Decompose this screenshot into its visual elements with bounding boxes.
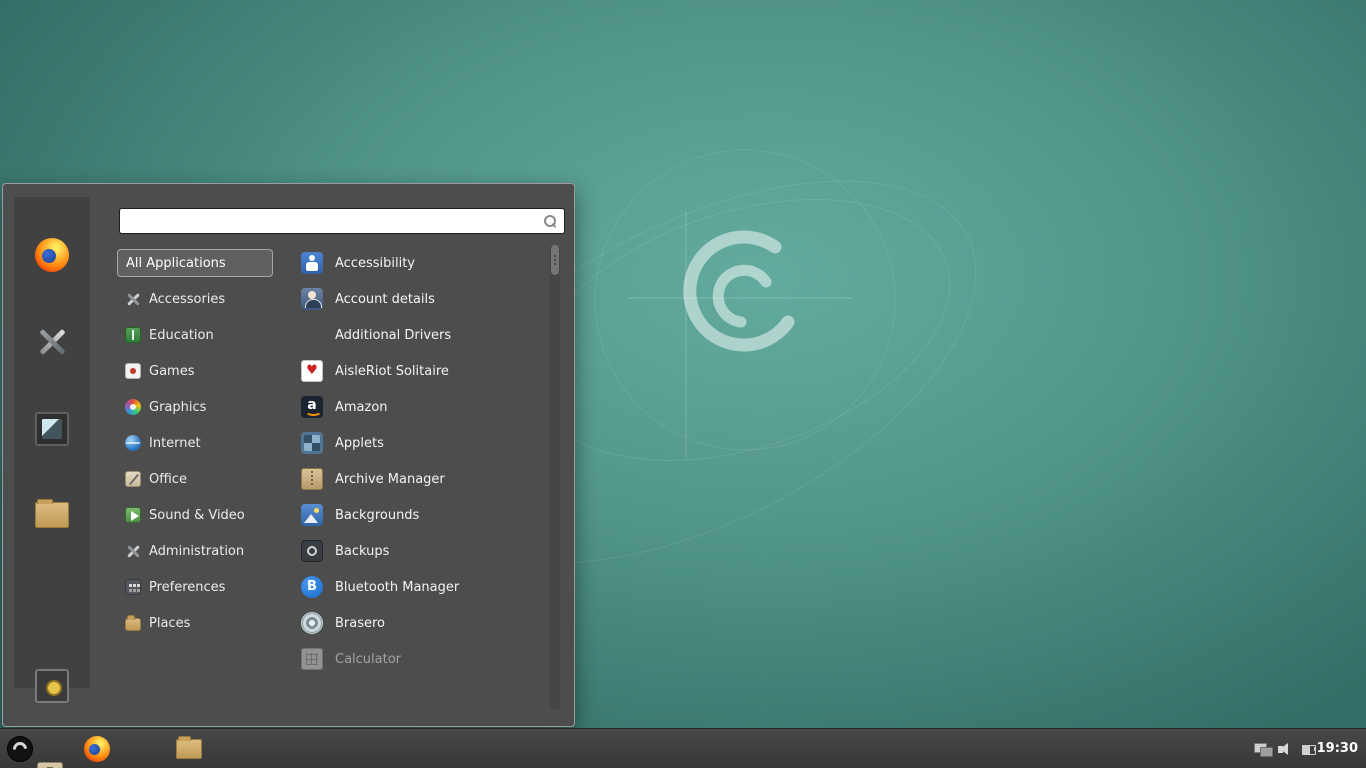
backgrounds-icon	[301, 504, 323, 526]
app-item-brasero[interactable]: Brasero	[297, 605, 549, 641]
amazon-icon	[301, 396, 323, 418]
preferences-icon	[125, 579, 141, 595]
category-graphics[interactable]: Graphics	[117, 389, 273, 425]
games-icon	[125, 363, 141, 379]
brasero-icon	[301, 612, 323, 634]
app-label: Amazon	[335, 400, 388, 415]
sound-video-icon	[125, 507, 141, 523]
app-label: Brasero	[335, 616, 385, 631]
app-label: Bluetooth Manager	[335, 580, 459, 595]
graphics-icon	[125, 399, 141, 415]
category-list: All Applications Accessories Education G…	[117, 245, 273, 641]
category-sound-video[interactable]: Sound & Video	[117, 497, 273, 533]
additional-drivers-icon	[301, 324, 323, 346]
internet-icon	[125, 435, 141, 451]
application-menu-window: All Applications Accessories Education G…	[2, 183, 575, 727]
category-label: Games	[149, 364, 194, 379]
bottom-panel: 19:30	[0, 728, 1366, 768]
search-icon	[543, 214, 557, 228]
search-input[interactable]	[120, 209, 564, 233]
accessibility-icon	[301, 252, 323, 274]
category-label: All Applications	[126, 256, 226, 271]
apps-scrollbar-track[interactable]	[550, 245, 560, 710]
category-label: Preferences	[149, 580, 225, 595]
applets-icon	[301, 432, 323, 454]
category-label: Office	[149, 472, 187, 487]
apps-scrollbar-thumb[interactable]	[551, 245, 559, 275]
favorites-sidebar	[14, 197, 90, 688]
app-label: Account details	[335, 292, 435, 307]
category-label: Sound & Video	[149, 508, 245, 523]
bluetooth-icon	[301, 576, 323, 598]
category-administration[interactable]: Administration	[117, 533, 273, 569]
app-label: Backgrounds	[335, 508, 419, 523]
category-education[interactable]: Education	[117, 317, 273, 353]
calculator-icon	[301, 648, 323, 670]
category-label: Accessories	[149, 292, 225, 307]
app-item-archive-manager[interactable]: Archive Manager	[297, 461, 549, 497]
category-label: Education	[149, 328, 214, 343]
category-places[interactable]: Places	[117, 605, 273, 641]
firefox-icon[interactable]	[35, 238, 69, 272]
app-label: Additional Drivers	[335, 328, 451, 343]
category-accessories[interactable]: Accessories	[117, 281, 273, 317]
menu-button[interactable]	[7, 736, 33, 762]
app-item-accessibility[interactable]: Accessibility	[297, 245, 549, 281]
accessories-icon	[125, 291, 141, 307]
archive-manager-icon	[301, 468, 323, 490]
app-item-backups[interactable]: Backups	[297, 533, 549, 569]
category-preferences[interactable]: Preferences	[117, 569, 273, 605]
category-office[interactable]: Office	[117, 461, 273, 497]
category-internet[interactable]: Internet	[117, 425, 273, 461]
app-item-backgrounds[interactable]: Backgrounds	[297, 497, 549, 533]
account-details-icon	[301, 288, 323, 310]
app-label: AisleRiot Solitaire	[335, 364, 449, 379]
places-icon	[125, 618, 141, 631]
app-item-additional-drivers[interactable]: Additional Drivers	[297, 317, 549, 353]
category-label: Graphics	[149, 400, 206, 415]
app-item-calculator[interactable]: Calculator	[297, 641, 549, 677]
app-item-bluetooth-manager[interactable]: Bluetooth Manager	[297, 569, 549, 605]
volume-icon[interactable]	[1278, 741, 1296, 757]
application-list: Accessibility Account details Additional…	[297, 245, 549, 677]
backups-icon	[301, 540, 323, 562]
category-label: Places	[149, 616, 190, 631]
app-item-aisleriot-solitaire[interactable]: AisleRiot Solitaire	[297, 353, 549, 389]
system-tools-icon[interactable]	[35, 325, 69, 359]
lock-screen-icon[interactable]	[35, 669, 69, 703]
app-label: Calculator	[335, 652, 401, 667]
file-cabinet-launcher[interactable]	[37, 762, 63, 768]
app-item-applets[interactable]: Applets	[297, 425, 549, 461]
app-label: Archive Manager	[335, 472, 445, 487]
network-icon[interactable]	[1254, 741, 1272, 757]
administration-icon	[125, 543, 141, 559]
app-item-account-details[interactable]: Account details	[297, 281, 549, 317]
category-all-applications[interactable]: All Applications	[117, 249, 273, 277]
app-label: Backups	[335, 544, 389, 559]
app-label: Applets	[335, 436, 384, 451]
file-manager-icon[interactable]	[35, 502, 69, 528]
image-viewer-icon[interactable]	[35, 412, 69, 446]
search-box	[119, 208, 565, 234]
office-icon	[125, 471, 141, 487]
files-launcher-icon[interactable]	[176, 739, 202, 759]
category-games[interactable]: Games	[117, 353, 273, 389]
app-label: Accessibility	[335, 256, 415, 271]
category-label: Administration	[149, 544, 244, 559]
education-icon	[125, 327, 141, 343]
clock[interactable]: 19:30	[1317, 729, 1358, 768]
solitaire-icon	[301, 360, 323, 382]
category-label: Internet	[149, 436, 201, 451]
app-item-amazon[interactable]: Amazon	[297, 389, 549, 425]
firefox-launcher-icon[interactable]	[84, 736, 110, 762]
